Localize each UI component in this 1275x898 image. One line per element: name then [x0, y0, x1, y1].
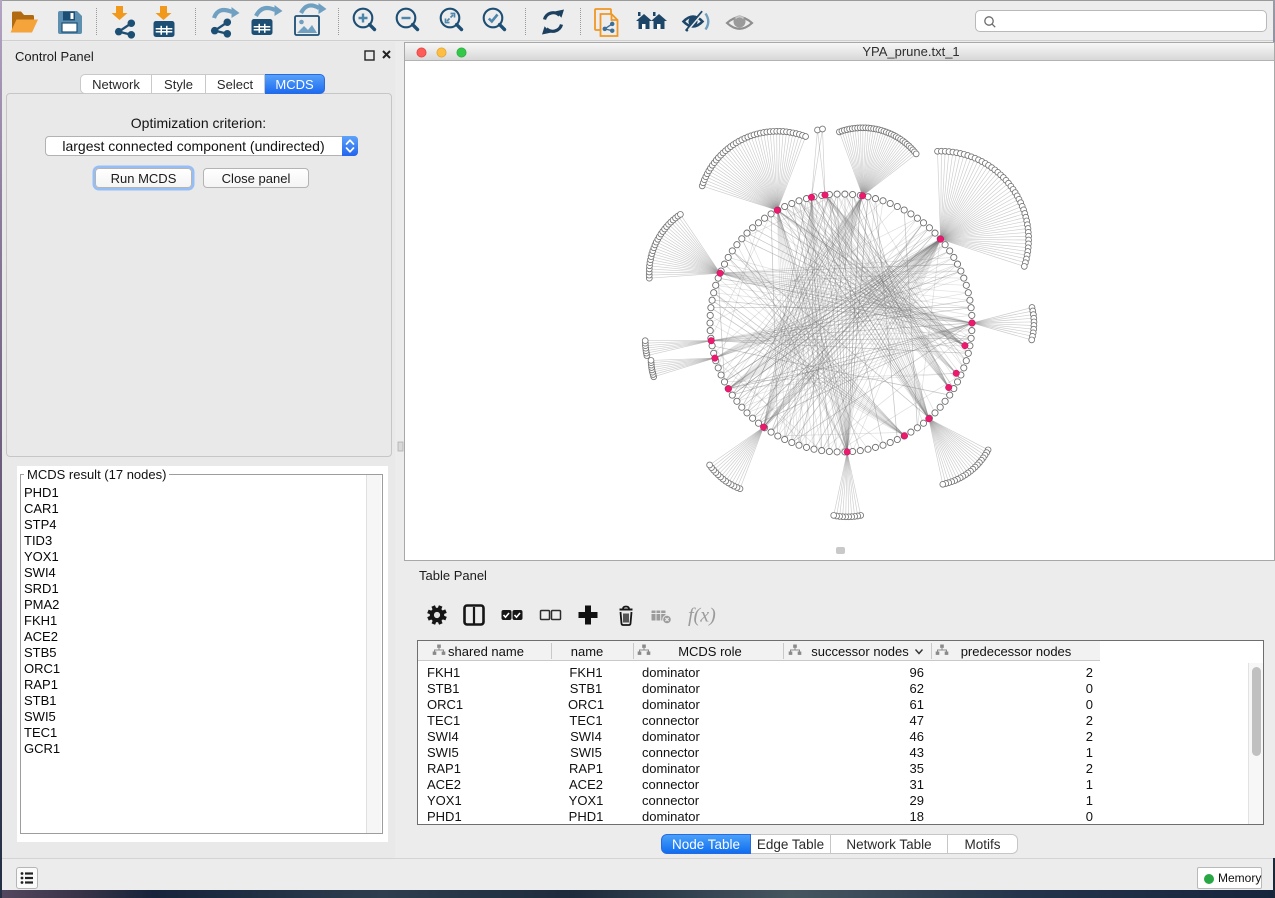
svg-text:f(x): f(x) [688, 605, 716, 627]
